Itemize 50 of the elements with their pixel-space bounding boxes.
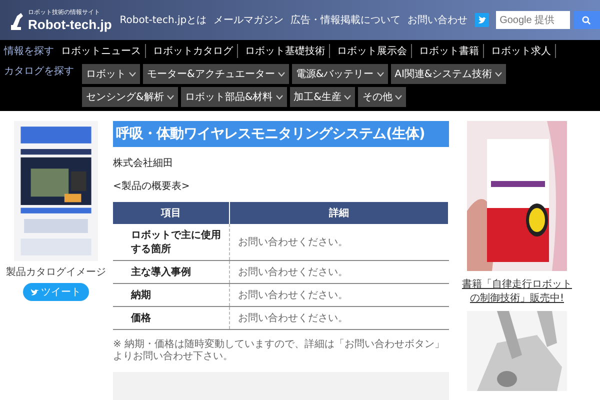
column-header: 詳細 [230,202,448,224]
chevron-down-icon [344,94,352,100]
twitter-bird-icon[interactable] [474,13,489,27]
company-name: 株式会社細田 [113,156,174,170]
site-logo[interactable]: Robot-tech.jp [28,17,112,32]
table-cell: 主な導入事例 [113,260,230,284]
table-cell: お問い合わせください。 [230,224,448,260]
bird-icon [31,288,39,296]
catalog-menu-button[interactable]: 電源&バッテリー [292,64,388,84]
header-link[interactable]: お問い合わせ [408,13,468,27]
chevron-down-icon [395,94,402,100]
book-link[interactable]: 書籍「自律走行ロボットの制御技術」販売中! [462,277,572,305]
search-field[interactable]: Google 提供 [496,11,570,29]
chevron-down-icon [495,72,502,76]
catalog-menu-button[interactable]: ロボット部品&材料 [180,87,287,107]
catalog-menu-button[interactable]: AI関連&システム技術 [390,64,506,84]
header-link[interactable]: メールマガジン [214,13,284,27]
nav-link[interactable]: ロボット書籍 [415,44,484,58]
table-cell: お問い合わせください。 [230,260,448,284]
product-title: 呼吸・体動ワイヤレスモニタリングシステム(生体) [113,121,449,147]
nav-label: 情報を探す [4,44,54,58]
catalog-menu-button[interactable]: ロボット [82,64,140,84]
catalog-menu-button[interactable]: その他 [358,87,406,107]
search-icon [582,16,592,24]
catalog-menu-button[interactable]: モーター&アクチュエーター [143,64,289,84]
table-cell: お問い合わせください。 [230,284,448,306]
catalog-menu-button[interactable]: 加工&生産 [290,87,356,107]
nav-link[interactable]: ロボットカタログ [149,44,238,58]
nav-link[interactable]: ロボット基礎技術 [241,44,330,58]
search-button[interactable] [574,11,600,29]
chevron-down-icon [166,94,174,100]
table-cell: 納期 [113,284,230,306]
catalog-menu-button[interactable]: センシング&解析 [82,87,178,107]
chevron-down-icon [129,72,136,76]
header-link[interactable]: Robot-tech.jpとは [120,13,207,27]
table-cell: ロボットで主に使用する箇所 [113,224,230,260]
chevron-down-icon [376,72,384,76]
header-link[interactable]: 広告・情報掲載について [290,13,401,27]
nav-link[interactable]: ロボットニュース [57,44,146,58]
footnote: ※ 納期・価格は随時変動していますので、詳細は「お問い合わせボタン」よりお問い合わせ下さい。 [113,339,446,363]
column-header: 項目 [113,202,230,224]
chevron-down-icon [278,72,285,76]
table-cell: お問い合わせください。 [230,306,448,330]
section-heading: <製品の概要表> [113,180,191,193]
table-cell: 価格 [113,306,230,330]
catalog-label: カタログを探す [4,65,74,78]
chevron-down-icon [276,94,283,100]
nav-link[interactable]: ロボット求人 [487,44,556,58]
nav-link[interactable]: ロボット展示会 [333,44,412,58]
image-caption: 製品カタログイメージ [6,266,106,279]
